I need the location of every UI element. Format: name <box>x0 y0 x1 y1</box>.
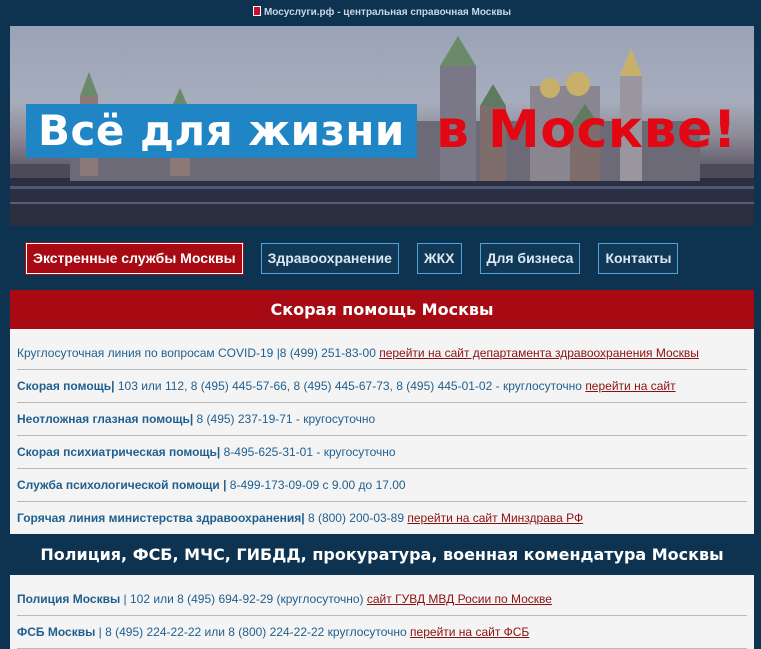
service-phone: 103 или 112, 8 (495) 445-57-66, 8 (495) … <box>114 379 586 393</box>
list-item: Скорая помощь| 103 или 112, 8 (495) 445-… <box>17 370 747 403</box>
list-item: Круглосуточная линия по вопросам COVID-1… <box>17 337 747 370</box>
service-phone: | 102 или 8 (495) 694-92-29 (круглосуточ… <box>120 592 367 606</box>
police-list: Полиция Москвы | 102 или 8 (495) 694-92-… <box>10 583 754 649</box>
service-phone: COVID-19 |8 (499) 251-83-00 <box>214 346 380 360</box>
nav-business[interactable]: Для бизнеса <box>479 242 581 274</box>
service-link[interactable]: перейти на сайт ФСБ <box>410 625 529 639</box>
nav-contacts[interactable]: Контакты <box>598 242 679 274</box>
service-name: ФСБ Москвы <box>17 625 96 639</box>
section-title-police: Полиция, ФСБ, МЧС, ГИБДД, прокуратура, в… <box>10 534 754 575</box>
service-link[interactable]: перейти на сайт Минздрава РФ <box>407 511 583 525</box>
site-favicon-icon <box>252 6 261 16</box>
section-title-ambulance: Скорая помощь Москвы <box>10 290 754 329</box>
hero-banner: Всё для жизни в Москве! <box>10 26 754 226</box>
ambulance-list: Круглосуточная линия по вопросам COVID-1… <box>10 337 754 534</box>
site-tagline: Мосуслуги.рф - центральная справочная Мо… <box>263 7 512 18</box>
service-phone: | 8 (495) 224-22-22 или 8 (800) 224-22-2… <box>95 625 411 639</box>
list-item: Неотложная глазная помощь| 8 (495) 237-1… <box>17 403 747 436</box>
service-link[interactable]: перейти на сайт департамента здравоохран… <box>379 346 699 360</box>
service-name: Горячая линия министерства здравоохранен… <box>17 511 305 525</box>
service-name: Полиция Москвы <box>17 592 121 606</box>
service-name: Неотложная глазная помощь| <box>17 412 194 426</box>
hero-headline-red: в Москве! <box>436 100 737 160</box>
list-item: ФСБ Москвы | 8 (495) 224-22-22 или 8 (80… <box>17 616 747 649</box>
list-item: Горячая линия министерства здравоохранен… <box>17 502 747 534</box>
service-phone: 8 (800) 200-03-89 <box>304 511 408 525</box>
nav-housing[interactable]: ЖКХ <box>416 242 462 274</box>
service-link[interactable]: перейти на сайт <box>585 379 675 393</box>
service-name: Служба психологической помощи | <box>17 478 227 492</box>
service-phone: 8 (495) 237-19-71 - кругосуточно <box>193 412 376 426</box>
service-name: Скорая помощь| <box>17 379 115 393</box>
service-link[interactable]: сайт ГУВД МВД Росии по Москве <box>367 592 552 606</box>
service-phone: 8-499-173-09-09 с 9.00 до 17.00 <box>226 478 406 492</box>
hero-headline-blue: Всё для жизни <box>26 104 417 158</box>
service-name: Круглосуточная линия по вопросам <box>17 346 215 360</box>
page-frame: Мосуслуги.рф - центральная справочная Мо… <box>10 0 754 649</box>
list-item: Скорая психиатрическая помощь| 8-495-625… <box>17 436 747 469</box>
service-phone: 8-495-625-31-01 - кругосуточно <box>220 445 396 459</box>
list-item: Полиция Москвы | 102 или 8 (495) 694-92-… <box>17 583 747 616</box>
main-nav: Экстренные службы Москвы Здравоохранение… <box>10 226 754 290</box>
service-name: Скорая психиатрическая помощь| <box>17 445 221 459</box>
nav-emergency-services[interactable]: Экстренные службы Москвы <box>26 242 243 274</box>
nav-healthcare[interactable]: Здравоохранение <box>260 242 399 274</box>
site-topbar: Мосуслуги.рф - центральная справочная Мо… <box>10 0 754 26</box>
list-item: Служба психологической помощи | 8-499-17… <box>17 469 747 502</box>
